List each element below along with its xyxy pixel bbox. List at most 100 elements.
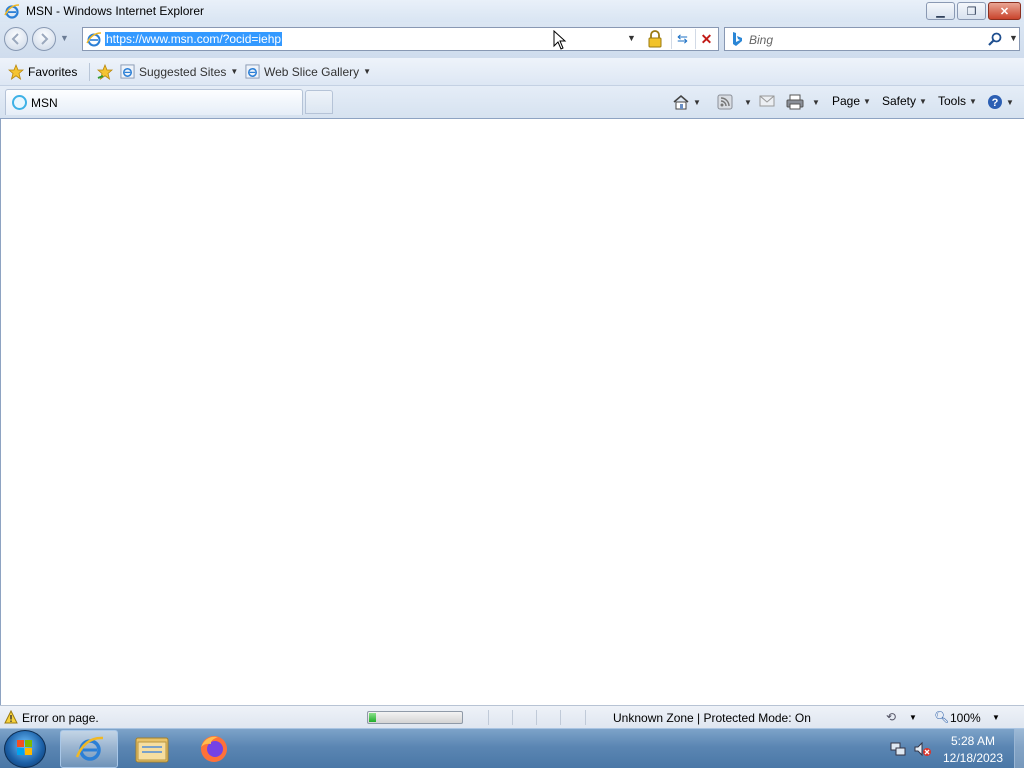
taskbar-internet-explorer[interactable]: [60, 730, 118, 768]
zoom-level[interactable]: 100%: [950, 711, 981, 725]
read-mail-button[interactable]: [759, 94, 775, 108]
print-dropdown-icon[interactable]: ▼: [812, 98, 820, 107]
svg-text:?: ?: [992, 97, 999, 109]
favorites-bar: Favorites Suggested Sites ▼ Web Slice Ga…: [0, 58, 1024, 86]
tools-menu-label: Tools: [938, 94, 967, 108]
restore-icon: ❐: [966, 5, 977, 18]
favorites-separator: [89, 63, 90, 81]
favorites-star-icon: [8, 64, 24, 80]
print-icon: [786, 94, 804, 110]
warning-icon[interactable]: [4, 710, 18, 724]
folder-icon: [135, 737, 169, 763]
web-slice-gallery-link[interactable]: Web Slice Gallery ▼: [245, 64, 371, 79]
bing-icon: [733, 32, 742, 46]
favorites-label: Favorites: [28, 65, 78, 79]
progress-fill: [369, 713, 376, 722]
page-load-progress: [367, 711, 463, 724]
tools-menu[interactable]: Tools ▼: [938, 94, 977, 108]
suggested-sites-link[interactable]: Suggested Sites ▼: [120, 64, 238, 79]
minimize-icon: ▁: [936, 5, 945, 18]
feeds-button[interactable]: ▼: [717, 94, 752, 110]
start-button[interactable]: [4, 730, 46, 768]
restore-button[interactable]: ❐: [957, 2, 986, 20]
tab-label: MSN: [31, 96, 58, 110]
status-divider: [488, 710, 489, 725]
lock-icon[interactable]: [647, 30, 663, 48]
mail-icon: [759, 95, 775, 107]
zoom-icon[interactable]: 🔍︎: [934, 710, 949, 724]
safety-menu-dropdown-icon: ▼: [919, 96, 927, 106]
suggested-sites-label: Suggested Sites: [139, 64, 227, 79]
clock-time[interactable]: 5:28 AM: [940, 734, 1006, 748]
tab-msn[interactable]: MSN: [5, 89, 303, 115]
firefox-icon: [201, 736, 227, 762]
page-menu-label: Page: [832, 94, 861, 108]
page-content[interactable]: [0, 118, 1024, 705]
back-arrow-icon: [11, 33, 19, 45]
web-slice-gallery-dropdown-icon[interactable]: ▼: [363, 67, 371, 76]
stop-button[interactable]: ✕: [695, 29, 717, 49]
internet-explorer-icon: [75, 736, 104, 761]
clock-date[interactable]: 12/18/2023: [940, 751, 1006, 765]
taskbar: 5:28 AM 12/18/2023: [0, 728, 1024, 768]
home-dropdown-icon[interactable]: ▼: [693, 98, 701, 107]
volume-muted-icon[interactable]: [914, 741, 932, 757]
windows-logo-icon: [17, 740, 32, 755]
network-icon[interactable]: [890, 741, 906, 757]
page-menu[interactable]: Page ▼: [832, 94, 871, 108]
compatibility-icon[interactable]: ⟲: [886, 710, 896, 724]
status-bar: Error on page. Unknown Zone | Protected …: [0, 705, 1024, 728]
mouse-cursor-icon: [553, 30, 567, 50]
window-title: MSN - Windows Internet Explorer: [26, 4, 205, 18]
compatibility-dropdown-icon[interactable]: ▼: [909, 713, 917, 722]
new-tab-button[interactable]: [305, 90, 333, 114]
status-divider: [512, 710, 513, 725]
address-url[interactable]: https://www.msn.com/?ocid=iehp: [105, 32, 283, 46]
close-icon: ✕: [999, 5, 1010, 18]
zoom-dropdown-icon[interactable]: ▼: [992, 713, 1000, 722]
tools-menu-dropdown-icon: ▼: [969, 96, 977, 106]
show-desktop-button[interactable]: [1014, 729, 1024, 768]
web-slice-ie-icon: [245, 64, 260, 79]
search-placeholder[interactable]: Bing: [749, 33, 773, 47]
back-button[interactable]: [4, 27, 28, 51]
suggested-sites-ie-icon: [120, 64, 135, 79]
page-menu-dropdown-icon: ▼: [863, 96, 871, 106]
address-dropdown-icon[interactable]: ▼: [627, 33, 636, 43]
search-icon[interactable]: [987, 31, 1003, 47]
title-bar[interactable]: MSN - Windows Internet Explorer ▁ ❐ ✕: [0, 0, 1024, 22]
security-zone-status[interactable]: Unknown Zone | Protected Mode: On: [613, 711, 811, 725]
forward-button[interactable]: [32, 27, 56, 51]
page-ie-icon: [86, 32, 102, 47]
taskbar-windows-explorer[interactable]: [124, 730, 180, 768]
status-divider: [560, 710, 561, 725]
tab-row: MSN ▼ ▼ ▼ Page ▼ Safety ▼ Tools ▼ ? ▼: [0, 86, 1024, 118]
add-to-favorites-bar-icon[interactable]: [96, 63, 114, 81]
ie-logo-icon: [4, 4, 20, 19]
favorites-button[interactable]: Favorites: [8, 63, 77, 81]
home-button[interactable]: ▼: [672, 94, 701, 110]
close-button[interactable]: ✕: [988, 2, 1021, 20]
loading-spinner-icon: [12, 95, 27, 110]
safety-menu-label: Safety: [882, 94, 917, 108]
help-dropdown-icon[interactable]: ▼: [1006, 98, 1014, 107]
search-options-dropdown-icon[interactable]: ▼: [1009, 33, 1018, 43]
recent-pages-dropdown-icon[interactable]: ▼: [60, 33, 69, 43]
help-button[interactable]: ? ▼: [987, 94, 1014, 110]
web-slice-gallery-label: Web Slice Gallery: [264, 64, 360, 79]
taskbar-firefox[interactable]: [186, 730, 242, 768]
forward-arrow-icon: [41, 33, 49, 45]
suggested-sites-dropdown-icon[interactable]: ▼: [230, 67, 238, 76]
minimize-button[interactable]: ▁: [926, 2, 955, 20]
feeds-icon: [717, 94, 733, 110]
refresh-button[interactable]: ⇆: [671, 29, 693, 49]
print-button[interactable]: ▼: [786, 94, 820, 110]
feeds-dropdown-icon[interactable]: ▼: [744, 98, 752, 107]
home-icon: [673, 94, 689, 110]
address-bar[interactable]: https://www.msn.com/?ocid=iehp ▼ ⇆ ✕: [82, 27, 719, 51]
safety-menu[interactable]: Safety ▼: [882, 94, 927, 108]
status-divider: [536, 710, 537, 725]
search-box[interactable]: Bing ▼: [724, 27, 1020, 51]
status-message[interactable]: Error on page.: [22, 711, 99, 725]
stop-icon: ✕: [700, 30, 713, 47]
